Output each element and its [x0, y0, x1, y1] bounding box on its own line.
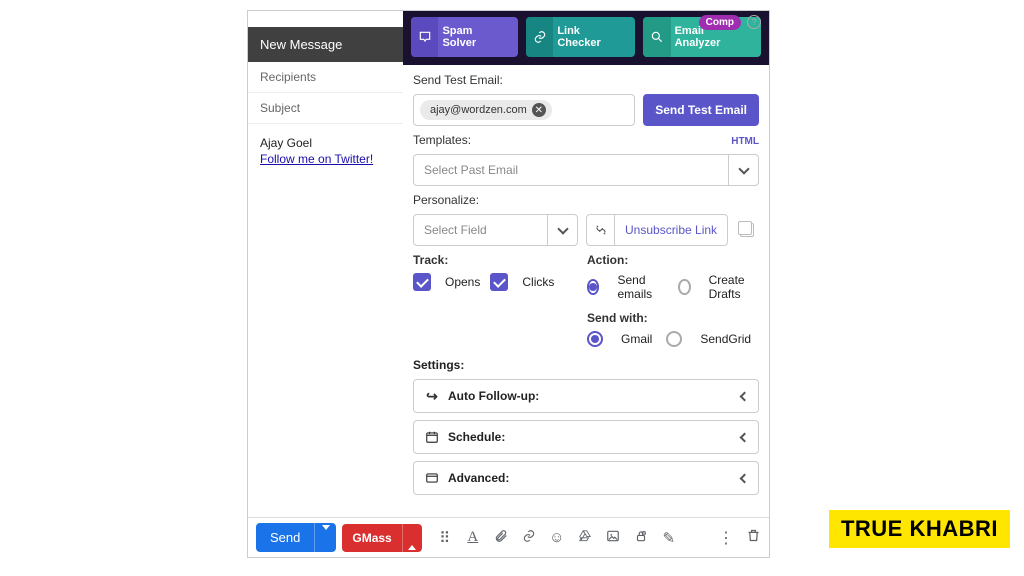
- attach-icon[interactable]: [492, 529, 510, 547]
- opens-checkbox[interactable]: [413, 273, 431, 291]
- unsubscribe-link-button[interactable]: Unsubscribe Link: [586, 214, 728, 246]
- emoji-icon[interactable]: ☺: [548, 529, 566, 546]
- personalize-placeholder: Select Field: [414, 215, 497, 245]
- opens-label: Opens: [445, 275, 480, 289]
- create-drafts-radio[interactable]: [678, 279, 690, 295]
- templates-placeholder: Select Past Email: [414, 155, 528, 185]
- track-label: Track:: [413, 253, 563, 267]
- send-with-label: Send with:: [587, 311, 759, 325]
- personalize-label: Personalize:: [413, 193, 759, 207]
- gmass-button-group: GMass: [342, 524, 421, 552]
- chevron-left-icon: [739, 393, 748, 400]
- drive-icon[interactable]: [576, 529, 594, 547]
- advanced-label: Advanced:: [448, 471, 509, 485]
- image-icon[interactable]: [604, 529, 622, 547]
- gmass-topbar: Comp ? Spam Solver Link Checker: [403, 11, 769, 65]
- html-link[interactable]: HTML: [731, 136, 759, 147]
- action-label: Action:: [587, 253, 759, 267]
- chevron-left-icon: [739, 475, 748, 482]
- insert-link-icon[interactable]: [520, 529, 538, 547]
- unlink-icon: [587, 215, 615, 245]
- subject-field[interactable]: Subject: [248, 93, 403, 124]
- chevron-down-icon: [547, 215, 577, 245]
- comp-badge[interactable]: Comp: [699, 15, 741, 30]
- gmail-label: Gmail: [621, 332, 652, 346]
- compose-window: New Message Recipients Subject Ajay Goel…: [247, 10, 770, 558]
- analyzer-icon: [643, 17, 670, 57]
- send-emails-radio[interactable]: [587, 279, 599, 295]
- clicks-label: Clicks: [522, 275, 554, 289]
- auto-followup-label: Auto Follow-up:: [448, 389, 539, 403]
- send-button-group: Send: [256, 523, 336, 552]
- test-email-input[interactable]: ajay@wordzen.com ✕: [413, 94, 635, 126]
- format-toolbar: ⠿ A ☺ ✎: [436, 529, 678, 547]
- gmail-radio[interactable]: [587, 331, 603, 347]
- watermark: TRUE KHABRI: [829, 510, 1010, 548]
- schedule-accordion[interactable]: Schedule:: [413, 420, 759, 454]
- trash-icon[interactable]: [746, 528, 761, 548]
- sendgrid-radio[interactable]: [666, 331, 682, 347]
- link-icon: [526, 17, 553, 57]
- clicks-checkbox[interactable]: [490, 273, 508, 291]
- inbox-icon: [411, 17, 438, 57]
- templates-select[interactable]: Select Past Email: [413, 154, 759, 186]
- window-icon: [424, 470, 440, 486]
- create-drafts-label: Create Drafts: [709, 273, 759, 301]
- settings-label: Settings:: [413, 358, 759, 372]
- more-icon[interactable]: ⋮: [718, 528, 734, 548]
- chevron-left-icon: [739, 434, 748, 441]
- help-icon[interactable]: ?: [747, 15, 761, 29]
- copy-icon[interactable]: [740, 223, 754, 237]
- personalize-select[interactable]: Select Field: [413, 214, 578, 246]
- spam-solver-label: Spam Solver: [438, 17, 517, 57]
- recipients-field[interactable]: Recipients: [248, 62, 403, 93]
- send-button[interactable]: Send: [256, 523, 314, 552]
- auto-followup-accordion[interactable]: ↪ Auto Follow-up:: [413, 379, 759, 413]
- unsubscribe-text: Unsubscribe Link: [615, 215, 727, 245]
- caret-up-icon: [408, 530, 416, 545]
- gmass-more-button[interactable]: [402, 524, 422, 552]
- send-test-button[interactable]: Send Test Email: [643, 94, 759, 126]
- link-checker-button[interactable]: Link Checker: [526, 17, 635, 57]
- gmass-button[interactable]: GMass: [342, 524, 401, 552]
- remove-chip-icon[interactable]: ✕: [532, 103, 546, 117]
- signature-twitter-link[interactable]: Follow me on Twitter!: [260, 152, 373, 166]
- email-chip: ajay@wordzen.com ✕: [420, 100, 552, 120]
- email-chip-text: ajay@wordzen.com: [430, 104, 527, 116]
- send-test-label: Send Test Email:: [413, 73, 759, 87]
- signature-name: Ajay Goel: [260, 136, 391, 150]
- reply-icon: ↪: [424, 388, 440, 404]
- compose-sidebar: New Message Recipients Subject Ajay Goel…: [248, 11, 403, 178]
- chevron-down-icon: [728, 155, 758, 185]
- confidential-icon[interactable]: [632, 529, 650, 547]
- compose-toolbar: Send GMass ⠿ A ☺ ✎: [248, 517, 769, 557]
- spam-solver-button[interactable]: Spam Solver: [411, 17, 518, 57]
- apps-icon[interactable]: ⠿: [436, 529, 454, 547]
- caret-down-icon: [322, 530, 330, 545]
- signature-block: Ajay Goel Follow me on Twitter!: [248, 124, 403, 178]
- link-checker-label: Link Checker: [553, 17, 635, 57]
- gmass-panel: Comp ? Spam Solver Link Checker: [403, 11, 769, 517]
- sendgrid-label: SendGrid: [700, 332, 751, 346]
- pen-icon[interactable]: ✎: [660, 529, 678, 547]
- new-message-header: New Message: [248, 27, 403, 62]
- calendar-icon: [424, 429, 440, 445]
- advanced-accordion[interactable]: Advanced:: [413, 461, 759, 495]
- send-emails-label: Send emails: [617, 273, 664, 301]
- send-more-button[interactable]: [314, 523, 336, 552]
- schedule-label: Schedule:: [448, 430, 505, 444]
- text-format-icon[interactable]: A: [464, 529, 482, 546]
- templates-label: Templates:: [413, 133, 471, 147]
